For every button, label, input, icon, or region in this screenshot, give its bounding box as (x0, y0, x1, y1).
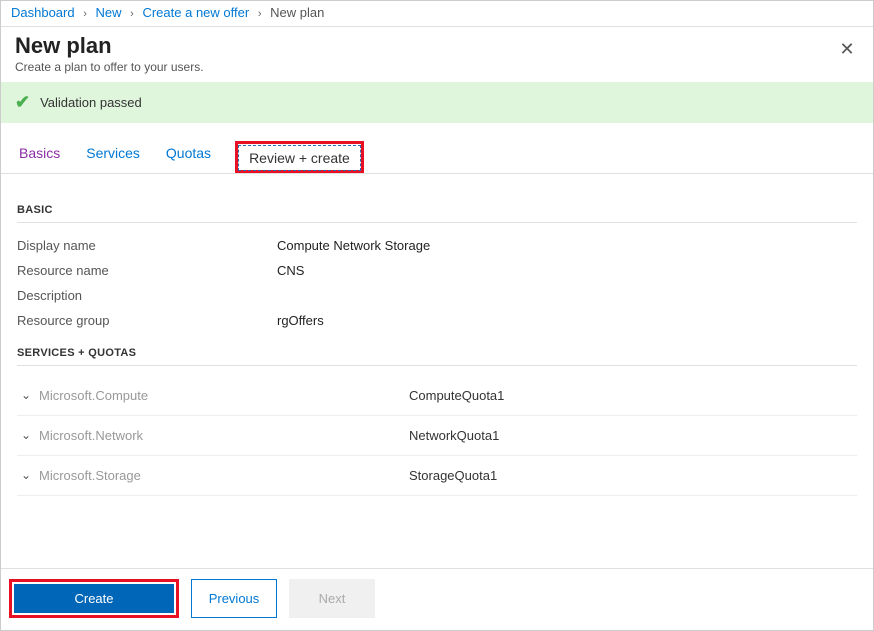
chevron-right-icon: › (83, 8, 87, 20)
row-display-name: Display name Compute Network Storage (17, 233, 857, 258)
section-basic-title: BASIC (17, 204, 857, 223)
label-display-name: Display name (17, 238, 277, 253)
tab-services[interactable]: Services (84, 141, 142, 173)
tab-bar: Basics Services Quotas Review + create (1, 123, 873, 174)
close-button[interactable]: ✕ (835, 37, 859, 61)
service-row-storage[interactable]: ⌄ Microsoft.Storage StorageQuota1 (17, 456, 857, 496)
page-subtitle: Create a plan to offer to your users. (15, 60, 859, 74)
highlight-box: Review + create (235, 141, 364, 173)
validation-message: Validation passed (40, 95, 142, 110)
previous-button[interactable]: Previous (191, 579, 277, 618)
chevron-right-icon: › (130, 8, 134, 20)
value-resource-name: CNS (277, 263, 304, 278)
section-services-title: SERVICES + QUOTAS (17, 347, 857, 366)
main-content: BASIC Display name Compute Network Stora… (1, 174, 873, 504)
breadcrumb: Dashboard › New › Create a new offer › N… (1, 1, 873, 27)
checkmark-icon: ✔ (15, 92, 30, 113)
label-resource-group: Resource group (17, 313, 277, 328)
label-description: Description (17, 288, 277, 303)
value-resource-group: rgOffers (277, 313, 324, 328)
breadcrumb-current: New plan (270, 5, 324, 20)
row-resource-group: Resource group rgOffers (17, 308, 857, 333)
breadcrumb-dashboard[interactable]: Dashboard (11, 5, 75, 20)
page-header: New plan Create a plan to offer to your … (1, 27, 873, 80)
service-row-compute[interactable]: ⌄ Microsoft.Compute ComputeQuota1 (17, 376, 857, 416)
chevron-down-icon: ⌄ (21, 468, 39, 482)
create-button[interactable]: Create (14, 584, 174, 613)
highlight-box: Create (9, 579, 179, 618)
service-row-network[interactable]: ⌄ Microsoft.Network NetworkQuota1 (17, 416, 857, 456)
validation-banner: ✔ Validation passed (1, 82, 873, 123)
service-quota: ComputeQuota1 (409, 388, 504, 403)
row-description: Description (17, 283, 857, 308)
service-quota: StorageQuota1 (409, 468, 497, 483)
chevron-down-icon: ⌄ (21, 428, 39, 442)
service-name: Microsoft.Storage (39, 468, 409, 483)
service-quota: NetworkQuota1 (409, 428, 499, 443)
breadcrumb-new[interactable]: New (96, 5, 122, 20)
breadcrumb-create-offer[interactable]: Create a new offer (142, 5, 249, 20)
close-icon: ✕ (839, 39, 854, 59)
footer-actions: Create Previous Next (1, 568, 873, 630)
value-display-name: Compute Network Storage (277, 238, 430, 253)
row-resource-name: Resource name CNS (17, 258, 857, 283)
tab-quotas[interactable]: Quotas (164, 141, 213, 173)
service-name: Microsoft.Network (39, 428, 409, 443)
chevron-down-icon: ⌄ (21, 388, 39, 402)
services-quotas-section: SERVICES + QUOTAS ⌄ Microsoft.Compute Co… (17, 347, 857, 496)
service-name: Microsoft.Compute (39, 388, 409, 403)
chevron-right-icon: › (258, 8, 262, 20)
tab-basics[interactable]: Basics (17, 141, 62, 173)
page-title: New plan (15, 33, 859, 59)
next-button: Next (289, 579, 375, 618)
tab-review-create[interactable]: Review + create (238, 145, 361, 171)
label-resource-name: Resource name (17, 263, 277, 278)
